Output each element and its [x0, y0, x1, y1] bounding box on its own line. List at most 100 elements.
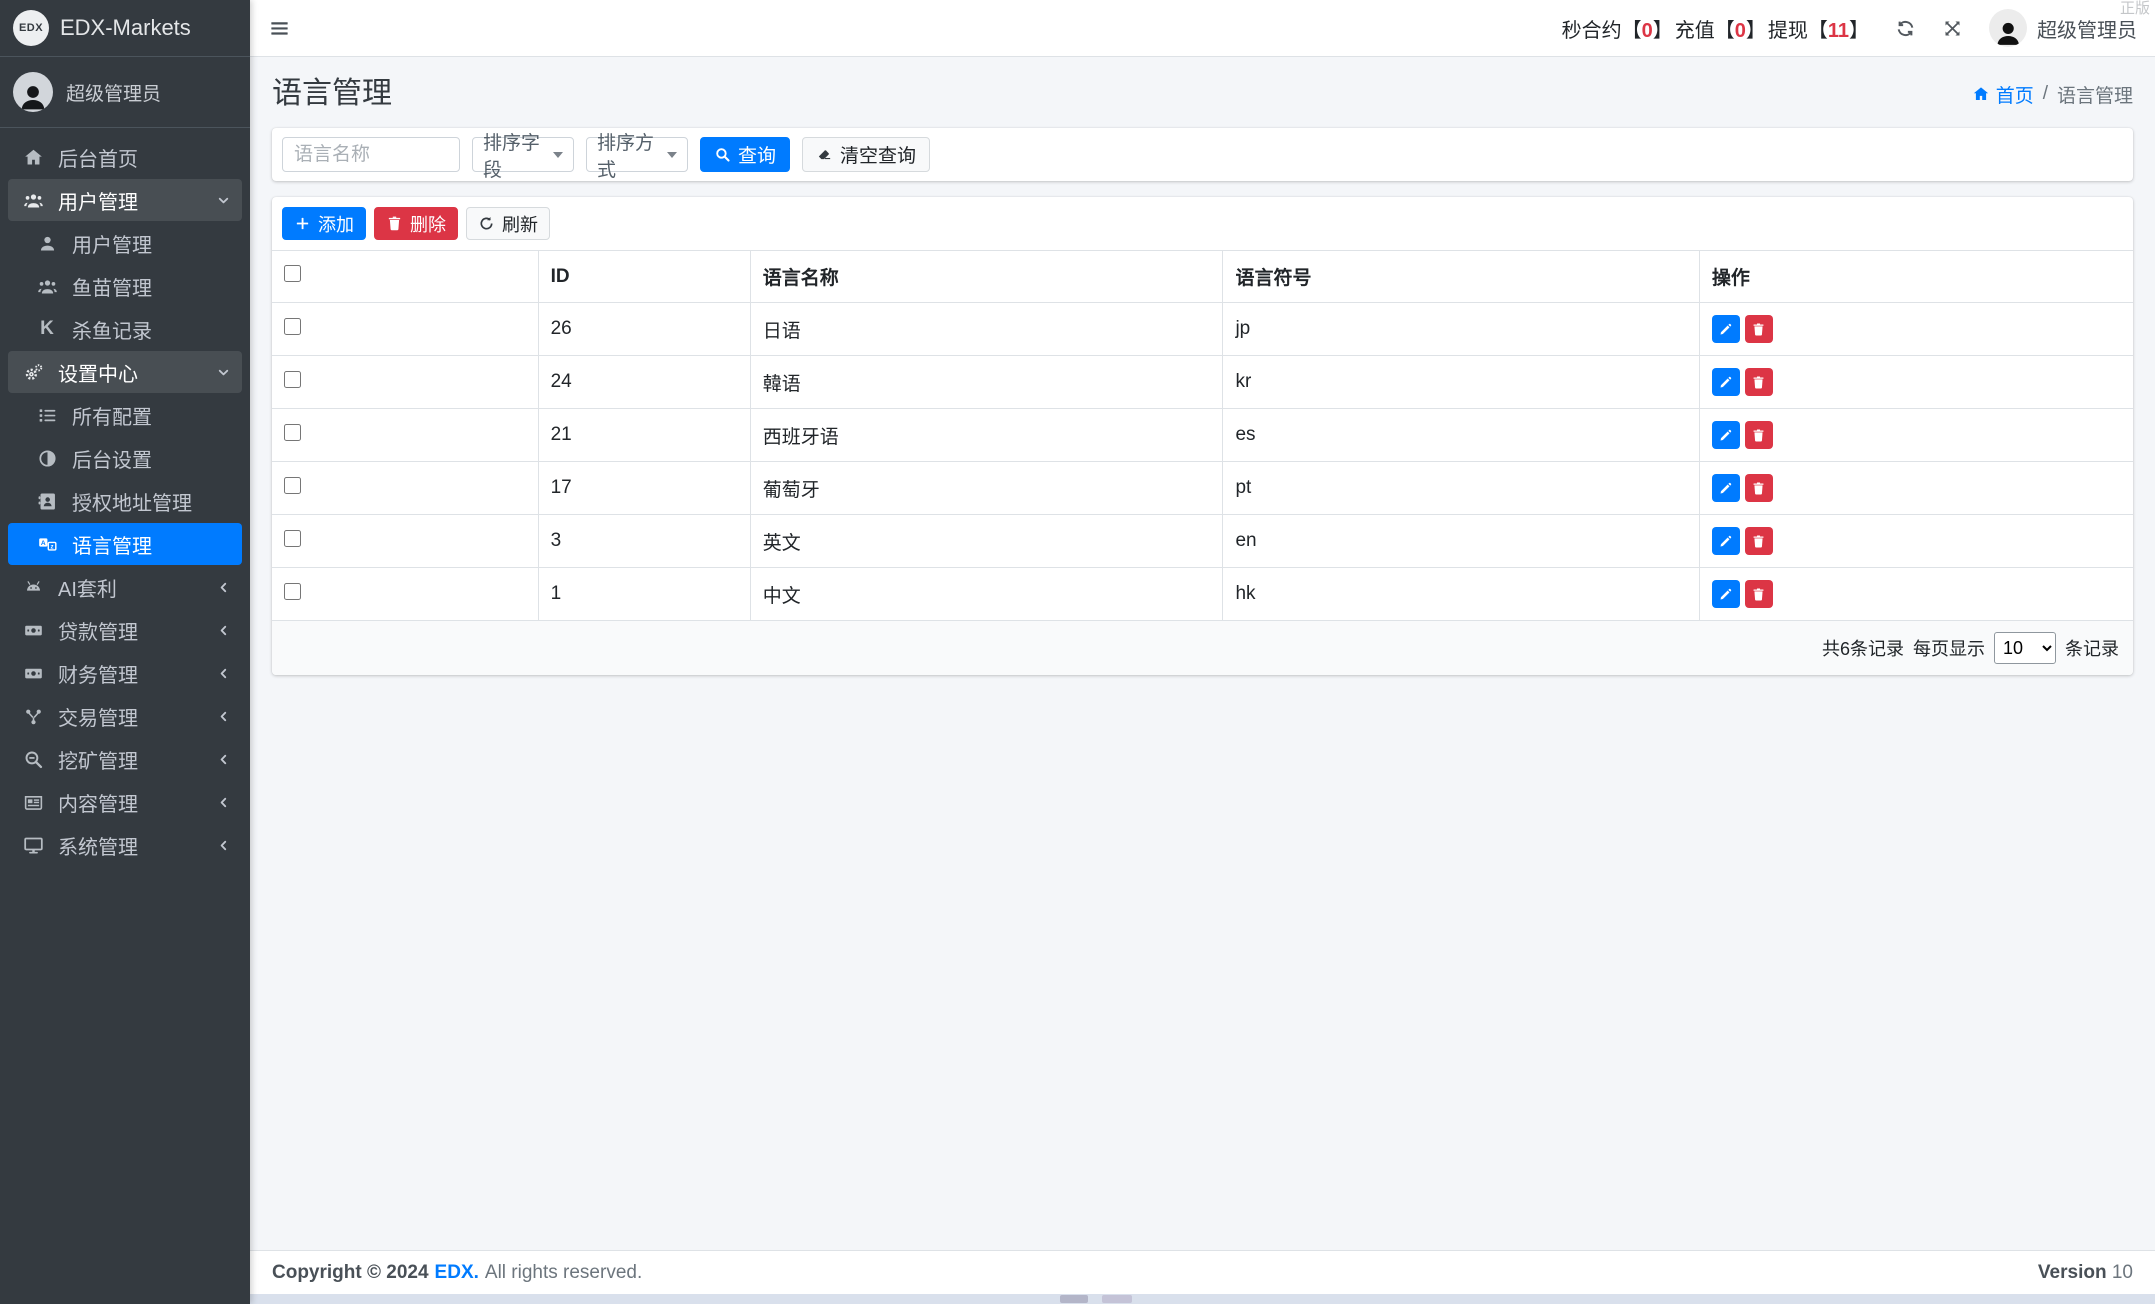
- fullscreen-button[interactable]: [1942, 18, 1963, 39]
- brand[interactable]: EDX EDX-Markets: [0, 0, 250, 57]
- search-button[interactable]: 查询: [700, 137, 791, 172]
- sidebar-item-settings-center[interactable]: 设置中心: [8, 351, 242, 393]
- edit-button[interactable]: [1711, 474, 1740, 502]
- add-button[interactable]: 添加: [282, 207, 366, 240]
- sidebar-item-users[interactable]: 用户管理: [8, 222, 242, 264]
- cell-code: jp: [1222, 302, 1700, 356]
- newspaper-icon: [20, 792, 46, 813]
- row-checkbox[interactable]: [284, 317, 301, 335]
- delete-row-button[interactable]: [1744, 474, 1773, 502]
- sidebar-item-dashboard[interactable]: 后台首页: [8, 136, 242, 178]
- clear-search-button[interactable]: 清空查询: [802, 137, 931, 172]
- sidebar-item-label: 授权地址管理: [72, 492, 192, 515]
- cell-name: 西班牙语: [749, 408, 1224, 462]
- sidebar-item-label: 后台首页: [58, 148, 138, 171]
- plus-icon: [296, 217, 309, 230]
- row-checkbox[interactable]: [284, 582, 301, 600]
- cell-code: hk: [1222, 567, 1700, 621]
- cell-name: 日语: [749, 302, 1224, 356]
- footer-brand-link[interactable]: EDX.: [435, 1262, 479, 1284]
- sidebar-item-finance-management[interactable]: 财务管理: [8, 652, 242, 694]
- user-avatar: [13, 72, 53, 112]
- breadcrumb-home-link[interactable]: 首页: [1972, 81, 2034, 108]
- delete-row-button[interactable]: [1744, 527, 1773, 555]
- edit-button[interactable]: [1711, 527, 1740, 555]
- cell-code: en: [1222, 514, 1700, 568]
- users-icon: [34, 276, 60, 297]
- select-all-checkbox[interactable]: [284, 265, 301, 282]
- delete-row-button[interactable]: [1744, 580, 1773, 608]
- edit-button[interactable]: [1711, 421, 1740, 449]
- users-icon: [20, 190, 46, 211]
- language-icon: Az: [34, 534, 60, 555]
- delete-row-button[interactable]: [1744, 421, 1773, 449]
- brand-name: EDX-Markets: [60, 15, 191, 40]
- delete-row-button[interactable]: [1744, 315, 1773, 343]
- edit-button[interactable]: [1711, 315, 1740, 343]
- row-checkbox[interactable]: [284, 423, 301, 441]
- sidebar-toggle-button[interactable]: [268, 17, 291, 40]
- trash-icon: [1753, 428, 1764, 442]
- total-records-text: 共6条记录: [1821, 639, 1904, 659]
- content: 语言管理 首页 / 语言管理 排序字段 排序方式: [250, 57, 2155, 1250]
- sidebar-item-content-management[interactable]: 内容管理: [8, 781, 242, 823]
- trash-icon: [1753, 587, 1764, 601]
- topbar-stats: 秒合约【0】 充值【0】 提现【11】: [1562, 14, 1869, 43]
- sidebar-item-label: 贷款管理: [58, 621, 138, 644]
- sidebar-item-mining-management[interactable]: 挖矿管理: [8, 738, 242, 780]
- search-icon: [716, 148, 730, 162]
- table-header-row: ID 语言名称 语言符号 操作: [271, 250, 2134, 303]
- topbar-avatar: [1989, 9, 2027, 47]
- refresh-button[interactable]: 刷新: [466, 207, 550, 240]
- sidebar-item-system-management[interactable]: 系统管理: [8, 824, 242, 866]
- per-page-select[interactable]: 10: [1994, 632, 2056, 664]
- table-row: 26 日语 jp: [271, 302, 2134, 356]
- cell-code: es: [1222, 408, 1700, 462]
- refresh-page-button[interactable]: [1895, 18, 1916, 39]
- sidebar-item-label: 设置中心: [58, 363, 138, 386]
- language-name-input[interactable]: [282, 137, 460, 172]
- pencil-icon: [1720, 323, 1732, 334]
- row-checkbox[interactable]: [284, 529, 301, 547]
- share-network-icon: [20, 706, 46, 727]
- stat-seconds-contract[interactable]: 秒合约【0】: [1562, 14, 1673, 43]
- row-checkbox[interactable]: [284, 370, 301, 388]
- k-letter-icon: K: [40, 318, 54, 339]
- sidebar-item-ai-arbitrage[interactable]: AI套利: [8, 566, 242, 608]
- edit-button[interactable]: [1711, 580, 1740, 608]
- topbar-right: 秒合约【0】 充值【0】 提现【11】 超级管理员: [1562, 9, 2137, 47]
- delete-button[interactable]: 删除: [374, 207, 458, 240]
- address-book-icon: [34, 491, 60, 512]
- sidebar-item-language-management[interactable]: Az 语言管理: [8, 523, 242, 565]
- sidebar-item-fry-management[interactable]: 鱼苗管理: [8, 265, 242, 307]
- sidebar-item-kill-records[interactable]: K 杀鱼记录: [8, 308, 242, 350]
- delete-row-button[interactable]: [1744, 368, 1773, 396]
- pagination-bar: 共6条记录 每页显示 10 条记录: [272, 621, 2133, 675]
- table-toolbar: 添加 删除 刷新: [272, 197, 2133, 250]
- sidebar-item-loan-management[interactable]: 贷款管理: [8, 609, 242, 651]
- sidebar-user-panel[interactable]: 超级管理员: [0, 57, 250, 128]
- sidebar-item-all-config[interactable]: 所有配置: [8, 394, 242, 436]
- trash-icon: [388, 216, 401, 231]
- sidebar-item-backend-settings[interactable]: 后台设置: [8, 437, 242, 479]
- sidebar-item-label: 内容管理: [58, 793, 138, 816]
- page-title: 语言管理: [272, 77, 392, 110]
- sort-order-select[interactable]: 排序方式: [586, 133, 688, 181]
- row-checkbox[interactable]: [284, 476, 301, 494]
- sort-field-select[interactable]: 排序字段: [472, 133, 574, 181]
- sidebar-user-name: 超级管理员: [66, 83, 162, 105]
- sidebar-item-label: 交易管理: [58, 707, 138, 730]
- column-header-code: 语言符号: [1222, 250, 1700, 303]
- stat-withdraw[interactable]: 提现【11】: [1768, 14, 1869, 43]
- sidebar-item-trade-management[interactable]: 交易管理: [8, 695, 242, 737]
- search-minus-icon: [20, 749, 46, 770]
- app-root: EDX EDX-Markets 超级管理员 后台首页 用户管理 用户管理 鱼苗管…: [0, 0, 2155, 1304]
- sidebar-item-auth-address[interactable]: 授权地址管理: [8, 480, 242, 522]
- sidebar-item-user-management[interactable]: 用户管理: [8, 179, 242, 221]
- sidebar-item-label: 语言管理: [72, 535, 152, 558]
- records-unit-label: 条记录: [2065, 639, 2119, 659]
- topbar-user-menu[interactable]: 超级管理员: [1989, 9, 2137, 47]
- stat-deposit[interactable]: 充值【0】: [1675, 14, 1766, 43]
- footer-copyright: Copyright © 2024 EDX. All rights reserve…: [272, 1261, 643, 1284]
- edit-button[interactable]: [1711, 368, 1740, 396]
